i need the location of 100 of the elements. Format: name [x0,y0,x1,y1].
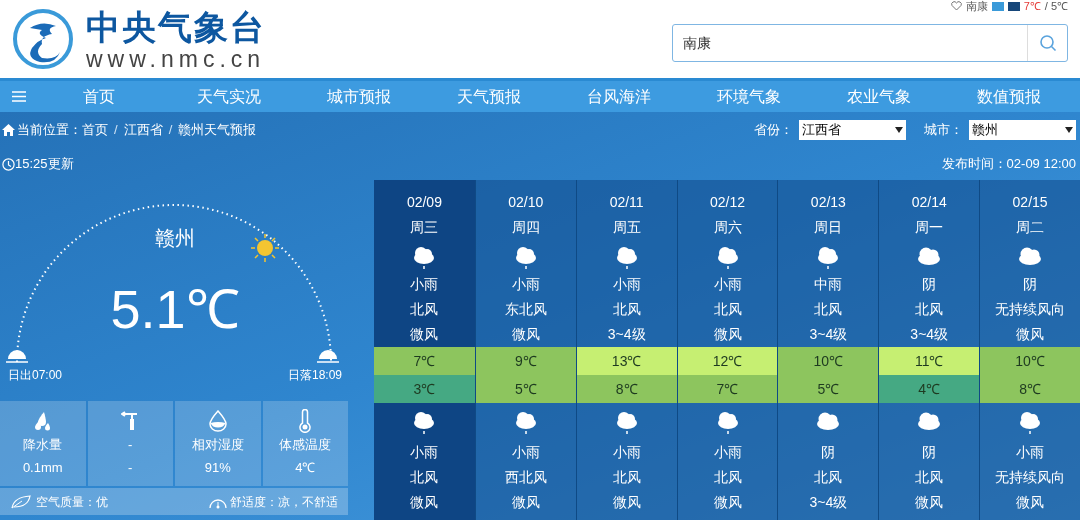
sunrise-time: 日出07:00 [8,367,63,384]
wind-direction: 北风 [713,468,742,487]
wind-direction: 北风 [410,300,439,319]
publish-time: 发布时间：02-09 12:00 [941,155,1076,174]
stat-label: 体感温度 [279,436,332,454]
forecast-date: 02/12 [710,193,746,212]
forecast-date: 02/10 [508,193,544,212]
wind-direction: 北风 [915,300,944,319]
weekday: 周六 [713,218,742,237]
high-temperature: 7℃ [1023,0,1041,12]
sunset-time: 日落18:09 [287,367,342,384]
weekday: 周三 [410,218,439,237]
stat-value: 4℃ [295,459,316,477]
wind-direction: 北风 [612,300,641,319]
forecast-column[interactable]: 02/15 周二 阴 无持续风向 微风 10℃ 8℃ 小雨 无持续风向 微风 [979,180,1080,520]
stat-value: 0.1mm [22,459,63,477]
weather-text: 小雨 [612,443,641,462]
site-title: 中央气象台 [86,7,266,47]
province-label: 省份： [754,121,793,140]
forecast-column[interactable]: 02/12 周六 小雨 北风 微风 12℃ 7℃ 小雨 北风 微风 [676,180,778,520]
wind-level: 微风 [612,493,641,512]
site-url: www.nmc.cn [86,47,266,71]
breadcrumb-link[interactable]: 首页 [82,120,108,140]
low-temperature-cell: 8℃ [980,375,1080,403]
breadcrumb-link[interactable]: 江西省 [123,120,163,140]
wind-level: 微风 [713,493,742,512]
forecast-date: 02/14 [911,193,947,212]
search-field[interactable]: 南康 [672,24,1068,62]
forecast-date: 02/13 [810,193,846,212]
stat-label: 降水量 [23,436,63,454]
weekday: 周一 [915,218,944,237]
breadcrumb-separator: / [168,121,173,140]
province-dropdown[interactable]: 江西省 [799,120,906,140]
wind-direction: 西北风 [504,468,547,487]
wind-direction: 北风 [814,300,843,319]
wind-direction: 北风 [915,468,944,487]
breadcrumb-label: 当前位置： [17,121,82,140]
air-quality: 空气质量：优 [36,493,108,511]
comfort-level: 舒适度：凉，不舒适 [230,493,338,511]
stat-label: 相对湿度 [191,436,244,454]
wind-level: 3~4级 [910,325,949,344]
forecast-column[interactable]: 02/11 周五 小雨 北风 3~4级 13℃ 8℃ 小雨 北风 微风 [575,180,677,520]
high-temperature-cell: 9℃ [475,347,576,375]
low-temperature-cell: 8℃ [576,375,677,403]
stat-value: 91% [204,459,231,477]
low-temperature-cell: 3℃ [374,375,475,403]
forecast-column[interactable]: 02/13 周日 中雨 北风 3~4级 10℃ 5℃ 阴 北风 3~4级 [777,180,879,520]
heart-icon [950,1,962,11]
wind-direction: 无持续风向 [995,300,1066,319]
wind-level: 3~4级 [809,493,848,512]
stat-value: - [128,459,133,477]
low-temperature: / 5℃ [1044,0,1068,12]
weather-text: 阴 [821,443,836,462]
wind-level: 微风 [713,325,742,344]
wind-level: 微风 [410,493,439,512]
weather-text: 小雨 [511,275,540,294]
wind-direction: 北风 [612,468,641,487]
high-temperature-cell: 10℃ [980,347,1080,375]
weather-text: 阴 [922,275,937,294]
droplets-icon [33,411,52,431]
wind-level: 微风 [511,493,540,512]
low-temperature-cell: 4℃ [879,375,980,403]
wind-direction: 北风 [713,300,742,319]
update-time: 15:25更新 [15,155,74,174]
high-temperature-cell: 10℃ [778,347,879,375]
forecast-date: 02/11 [609,193,644,212]
high-temperature-cell: 12℃ [677,347,778,375]
forecast-column[interactable]: 02/14 周一 阴 北风 3~4级 11℃ 4℃ 阴 北风 微风 [878,180,980,520]
weather-text: 小雨 [410,443,439,462]
wind-level: 微风 [1016,325,1045,344]
menu-icon[interactable] [12,91,26,102]
clock-icon [2,157,15,171]
forecast-column[interactable]: 02/09 周三 小雨 北风 微风 7℃ 3℃ 小雨 北风 微风 [374,180,475,520]
weather-text: 小雨 [511,443,540,462]
weather-text: 小雨 [410,275,439,294]
city-dropdown[interactable]: 赣州 [969,120,1076,140]
weather-text: 小雨 [612,275,641,294]
search-icon[interactable] [1038,34,1057,52]
high-temperature-cell: 7℃ [374,347,475,375]
wind-direction: 东北风 [504,300,547,319]
breadcrumb-link[interactable]: 赣州天气预报 [178,120,257,140]
wind-level: 3~4级 [607,325,646,344]
forecast-date: 02/15 [1012,193,1048,212]
wind-level: 微风 [1016,493,1045,512]
favorite-city[interactable]: 南康 [965,0,988,12]
weekday: 周四 [511,218,540,237]
wind-level: 微风 [915,493,944,512]
thermometer-icon [298,409,313,433]
wind-level: 3~4级 [809,325,848,344]
weekday: 周二 [1016,218,1045,237]
weather-text: 阴 [1023,275,1038,294]
forecast-column[interactable]: 02/10 周四 小雨 东北风 微风 9℃ 5℃ 小雨 西北风 微风 [474,180,576,520]
wind-direction: 无持续风向 [995,468,1066,487]
weather-text: 小雨 [713,443,742,462]
wind-vane-icon [121,411,140,431]
weather-text: 小雨 [1016,443,1045,462]
humidity-drop-icon [207,410,228,432]
city-name: 赣州 [155,226,195,251]
breadcrumb-separator: / [114,121,118,140]
wind-level: 微风 [511,325,540,344]
